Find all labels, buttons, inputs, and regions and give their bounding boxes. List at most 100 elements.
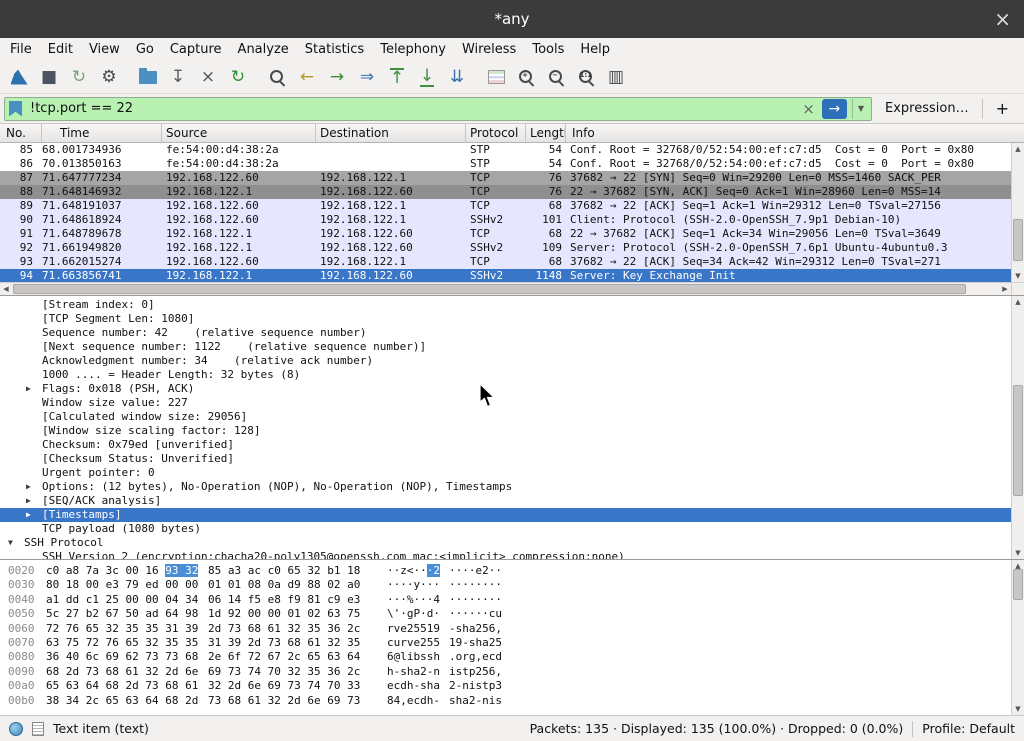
packet-row[interactable]: 8771.647777234192.168.122.60192.168.122.…	[0, 171, 1011, 185]
detail-line[interactable]: [TCP Segment Len: 1080]	[0, 312, 1011, 326]
save-capture-file-button[interactable]: ↧	[163, 63, 193, 91]
hex-row[interactable]: 003080 18 00 e3 79 ed 00 0001 01 08 0a d…	[0, 578, 1011, 592]
open-capture-file-button[interactable]	[133, 63, 163, 91]
capture-comment-icon[interactable]	[32, 722, 44, 736]
capture-stop-button[interactable]: ■	[34, 63, 64, 91]
capture-restart-button[interactable]: ↻	[64, 63, 94, 91]
go-forward-button[interactable]: →	[322, 63, 352, 91]
scrollbar-thumb[interactable]	[1013, 385, 1023, 495]
column-header-no[interactable]: No.	[0, 124, 42, 142]
expander-icon[interactable]: ▶	[26, 508, 42, 522]
scroll-up-icon[interactable]: ▲	[1012, 143, 1024, 155]
capture-start-button[interactable]	[4, 63, 34, 91]
packet-row[interactable]: 9271.661949820192.168.122.1192.168.122.6…	[0, 241, 1011, 255]
menu-wireless[interactable]: Wireless	[454, 40, 524, 59]
hex-row[interactable]: 0020c0 a8 7a 3c 00 16 93 3285 a3 ac c0 6…	[0, 564, 1011, 578]
detail-line[interactable]: ▼SSH Protocol	[0, 536, 1011, 550]
hex-row[interactable]: 00a065 63 64 68 2d 73 68 6132 2d 6e 69 7…	[0, 679, 1011, 693]
column-header-source[interactable]: Source	[162, 124, 316, 142]
menu-tools[interactable]: Tools	[524, 40, 572, 59]
scroll-up-icon[interactable]: ▲	[1012, 296, 1024, 308]
detail-line[interactable]: Urgent pointer: 0	[0, 466, 1011, 480]
packet-list-horizontal-scrollbar[interactable]: ◀ ▶	[0, 282, 1011, 295]
detail-line[interactable]: [Window size scaling factor: 128]	[0, 424, 1011, 438]
packet-row[interactable]: 9471.663856741192.168.122.1192.168.122.6…	[0, 269, 1011, 282]
packet-row[interactable]: 8568.001734936fe:54:00:d4:38:2aSTP54Conf…	[0, 143, 1011, 157]
zoom-out-button[interactable]: −	[541, 63, 571, 91]
packet-row[interactable]: 8670.013850163fe:54:00:d4:38:2aSTP54Conf…	[0, 157, 1011, 171]
detail-line[interactable]: ▶Options: (12 bytes), No-Operation (NOP)…	[0, 480, 1011, 494]
find-packet-button[interactable]	[262, 63, 292, 91]
filter-bookmark-icon[interactable]	[9, 101, 22, 117]
zoom-in-button[interactable]: +	[511, 63, 541, 91]
scrollbar-thumb[interactable]	[13, 284, 966, 294]
column-header-length[interactable]: Length	[526, 124, 566, 142]
hex-row[interactable]: 008036 40 6c 69 62 73 73 682e 6f 72 67 2…	[0, 650, 1011, 664]
menu-view[interactable]: View	[81, 40, 128, 59]
resize-columns-button[interactable]: ▥	[601, 63, 631, 91]
auto-scroll-button[interactable]: ⇊	[442, 63, 472, 91]
hex-row[interactable]: 007063 75 72 76 65 32 35 3531 39 2d 73 6…	[0, 636, 1011, 650]
menu-statistics[interactable]: Statistics	[297, 40, 372, 59]
detail-line[interactable]: [Calculated window size: 29056]	[0, 410, 1011, 424]
titlebar[interactable]: *any ×	[0, 0, 1024, 38]
menu-analyze[interactable]: Analyze	[230, 40, 297, 59]
detail-line[interactable]: 1000 .... = Header Length: 32 bytes (8)	[0, 368, 1011, 382]
filter-history-dropdown[interactable]: ▼	[852, 99, 869, 119]
expander-icon[interactable]: ▶	[26, 480, 42, 494]
detail-line[interactable]: Sequence number: 42 (relative sequence n…	[0, 326, 1011, 340]
hex-row[interactable]: 00505c 27 b2 67 50 ad 64 981d 92 00 00 0…	[0, 607, 1011, 621]
menu-edit[interactable]: Edit	[40, 40, 81, 59]
column-header-info[interactable]: Info	[566, 124, 1024, 142]
hex-row[interactable]: 0040a1 dd c1 25 00 00 04 3406 14 f5 e8 f…	[0, 593, 1011, 607]
go-last-packet-button[interactable]: ↓	[412, 63, 442, 91]
go-back-button[interactable]: ←	[292, 63, 322, 91]
profile-text[interactable]: Profile: Default	[922, 721, 1015, 736]
go-first-packet-button[interactable]: ↑	[382, 63, 412, 91]
detail-line[interactable]: Acknowledgment number: 34 (relative ack …	[0, 354, 1011, 368]
scroll-down-icon[interactable]: ▼	[1012, 703, 1024, 715]
scrollbar-thumb[interactable]	[1013, 569, 1023, 600]
capture-options-button[interactable]: ⚙	[94, 63, 124, 91]
expander-icon[interactable]: ▶	[26, 382, 42, 396]
column-header-time[interactable]: Time	[42, 124, 162, 142]
packet-row[interactable]: 8971.648191037192.168.122.60192.168.122.…	[0, 199, 1011, 213]
detail-line[interactable]: SSH Version 2 (encryption:chacha20-poly1…	[0, 550, 1011, 559]
detail-line[interactable]: ▶[SEQ/ACK analysis]	[0, 494, 1011, 508]
expression-button[interactable]: Expression…	[876, 101, 978, 116]
hex-row[interactable]: 006072 76 65 32 35 35 31 392d 73 68 61 3…	[0, 622, 1011, 636]
detail-line[interactable]: [Stream index: 0]	[0, 298, 1011, 312]
menu-help[interactable]: Help	[572, 40, 618, 59]
packet-list-vertical-scrollbar[interactable]: ▲ ▼	[1011, 143, 1024, 282]
zoom-100-button[interactable]: 1:1	[571, 63, 601, 91]
detail-line[interactable]: Window size value: 227	[0, 396, 1011, 410]
bytes-vertical-scrollbar[interactable]: ▲ ▼	[1011, 560, 1024, 715]
scroll-right-icon[interactable]: ▶	[999, 283, 1011, 295]
packet-row[interactable]: 8871.648146932192.168.122.1192.168.122.6…	[0, 185, 1011, 199]
filter-text[interactable]: !tcp.port == 22	[30, 101, 795, 116]
hex-row[interactable]: 009068 2d 73 68 61 32 2d 6e69 73 74 70 3…	[0, 665, 1011, 679]
menu-telephony[interactable]: Telephony	[372, 40, 454, 59]
packet-row[interactable]: 9071.648618924192.168.122.60192.168.122.…	[0, 213, 1011, 227]
hex-row[interactable]: 00b038 34 2c 65 63 64 68 2d73 68 61 32 2…	[0, 694, 1011, 708]
menu-capture[interactable]: Capture	[162, 40, 230, 59]
detail-line[interactable]: TCP payload (1080 bytes)	[0, 522, 1011, 536]
reload-capture-file-button[interactable]: ↻	[223, 63, 253, 91]
menu-go[interactable]: Go	[128, 40, 162, 59]
scroll-left-icon[interactable]: ◀	[0, 283, 12, 295]
packet-row[interactable]: 9171.648789678192.168.122.1192.168.122.6…	[0, 227, 1011, 241]
detail-line[interactable]: Checksum: 0x79ed [unverified]	[0, 438, 1011, 452]
scroll-down-icon[interactable]: ▼	[1012, 270, 1024, 282]
filter-apply-button[interactable]: →	[822, 99, 847, 119]
display-filter-input[interactable]: !tcp.port == 22 × → ▼	[4, 97, 872, 121]
column-header-destination[interactable]: Destination	[316, 124, 466, 142]
menu-file[interactable]: File	[2, 40, 40, 59]
scrollbar-thumb[interactable]	[1013, 219, 1023, 261]
detail-line[interactable]: ▶[Timestamps]	[0, 508, 1011, 522]
close-capture-file-button[interactable]: ×	[193, 63, 223, 91]
detail-line[interactable]: [Next sequence number: 1122 (relative se…	[0, 340, 1011, 354]
details-vertical-scrollbar[interactable]: ▲ ▼	[1011, 296, 1024, 559]
window-close-button[interactable]: ×	[994, 9, 1011, 29]
detail-line[interactable]: [Checksum Status: Unverified]	[0, 452, 1011, 466]
filter-clear-icon[interactable]: ×	[795, 100, 822, 118]
